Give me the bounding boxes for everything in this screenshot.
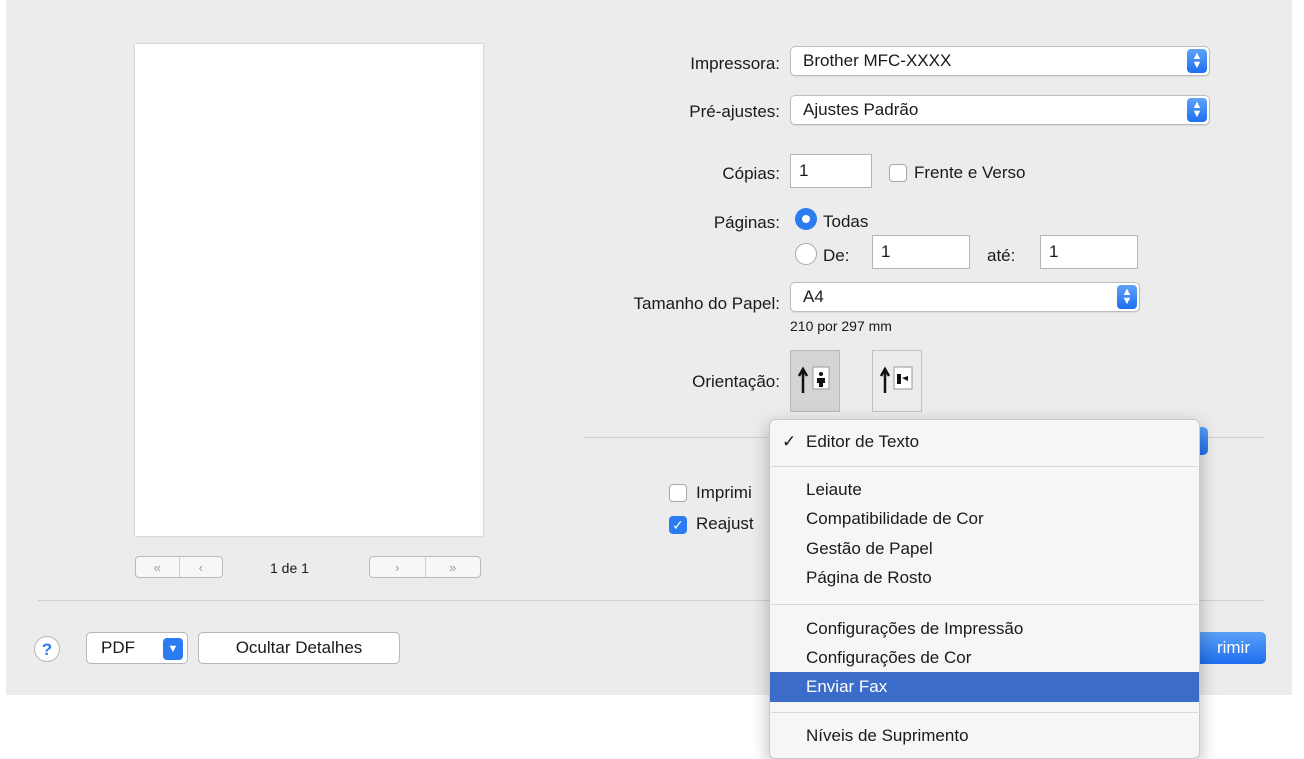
printer-select[interactable]: Brother MFC-XXXX ▲ ▼	[790, 46, 1210, 76]
pdf-menu-button[interactable]: PDF ▼	[86, 632, 188, 664]
portrait-icon	[797, 366, 830, 393]
scale-option-label: Reajust	[696, 514, 754, 533]
updown-chevron-icon: ▲ ▼	[1117, 285, 1137, 309]
checkmark-icon: ✓	[782, 432, 797, 451]
updown-chevron-icon: ▲ ▼	[1187, 49, 1207, 73]
pages-to-label: até:	[987, 246, 1016, 265]
preview-back-nav: « ‹	[135, 556, 223, 578]
menu-separator	[771, 466, 1198, 467]
paper-size-label: Tamanho do Papel:	[633, 294, 781, 313]
updown-chevron-icon: ▲ ▼	[1187, 98, 1207, 122]
pages-range-radio[interactable]	[795, 243, 817, 265]
menu-item-color-matching[interactable]: Compatibilidade de Cor	[770, 504, 1199, 534]
presets-label: Pré-ajustes:	[689, 102, 780, 121]
paper-dimensions: 210 por 297 mm	[790, 318, 892, 334]
duplex-checkbox[interactable]	[889, 164, 907, 182]
pages-from-label: De:	[823, 246, 850, 265]
presets-select[interactable]: Ajustes Padrão ▲ ▼	[790, 95, 1210, 125]
pages-all-label: Todas	[823, 212, 869, 231]
landscape-icon	[879, 366, 913, 393]
page-preview	[135, 44, 483, 536]
paper-size-select[interactable]: A4 ▲ ▼	[790, 282, 1140, 312]
page-indicator: 1 de 1	[270, 560, 309, 576]
presets-value: Ajustes Padrão	[803, 100, 919, 119]
copies-label: Cópias:	[722, 164, 780, 183]
printer-label: Impressora:	[690, 54, 780, 73]
last-page-icon[interactable]: »	[424, 557, 481, 577]
duplex-label: Frente e Verso	[914, 163, 1026, 182]
chevron-down-icon: ▼	[163, 638, 183, 660]
portrait-orientation-button[interactable]	[790, 350, 840, 412]
orientation-label: Orientação:	[692, 372, 780, 391]
first-page-icon[interactable]: «	[136, 557, 179, 577]
pages-from-value: 1	[881, 242, 891, 261]
print-option-label: Imprimi	[696, 483, 752, 502]
menu-item-supply-levels[interactable]: Níveis de Suprimento	[770, 721, 1199, 751]
next-page-icon[interactable]: ›	[370, 557, 425, 577]
print-option-checkbox[interactable]	[669, 484, 687, 502]
menu-item-text-editor[interactable]: ✓ Editor de Texto	[770, 427, 1199, 457]
pages-from-input[interactable]: 1	[872, 235, 970, 269]
menu-item-cover-page[interactable]: Página de Rosto	[770, 563, 1199, 593]
menu-separator	[771, 712, 1198, 713]
pages-all-radio[interactable]	[795, 208, 817, 230]
prev-page-icon[interactable]: ‹	[178, 557, 223, 577]
menu-item-layout[interactable]: Leiaute	[770, 475, 1199, 505]
preview-forward-nav: › »	[369, 556, 481, 578]
help-button[interactable]: ?	[34, 636, 60, 662]
section-menu: ✓ Editor de Texto Leiaute Compatibilidad…	[769, 419, 1200, 759]
menu-item-label: Editor de Texto	[806, 432, 920, 451]
landscape-orientation-button[interactable]	[872, 350, 922, 412]
pages-to-value: 1	[1049, 242, 1059, 261]
copies-input[interactable]: 1	[790, 154, 872, 188]
printer-value: Brother MFC-XXXX	[803, 51, 952, 70]
menu-item-send-fax[interactable]: Enviar Fax	[770, 672, 1199, 702]
pdf-label: PDF	[101, 638, 135, 657]
scale-option-checkbox[interactable]: ✓	[669, 516, 687, 534]
copies-value: 1	[799, 161, 809, 180]
menu-item-paper-handling[interactable]: Gestão de Papel	[770, 534, 1199, 564]
hide-details-button[interactable]: Ocultar Detalhes	[198, 632, 400, 664]
menu-item-print-settings[interactable]: Configurações de Impressão	[770, 614, 1199, 644]
menu-item-color-settings[interactable]: Configurações de Cor	[770, 643, 1199, 673]
pages-label: Páginas:	[713, 213, 780, 232]
paper-size-value: A4	[803, 287, 824, 306]
menu-separator	[771, 604, 1198, 605]
pages-to-input[interactable]: 1	[1040, 235, 1138, 269]
